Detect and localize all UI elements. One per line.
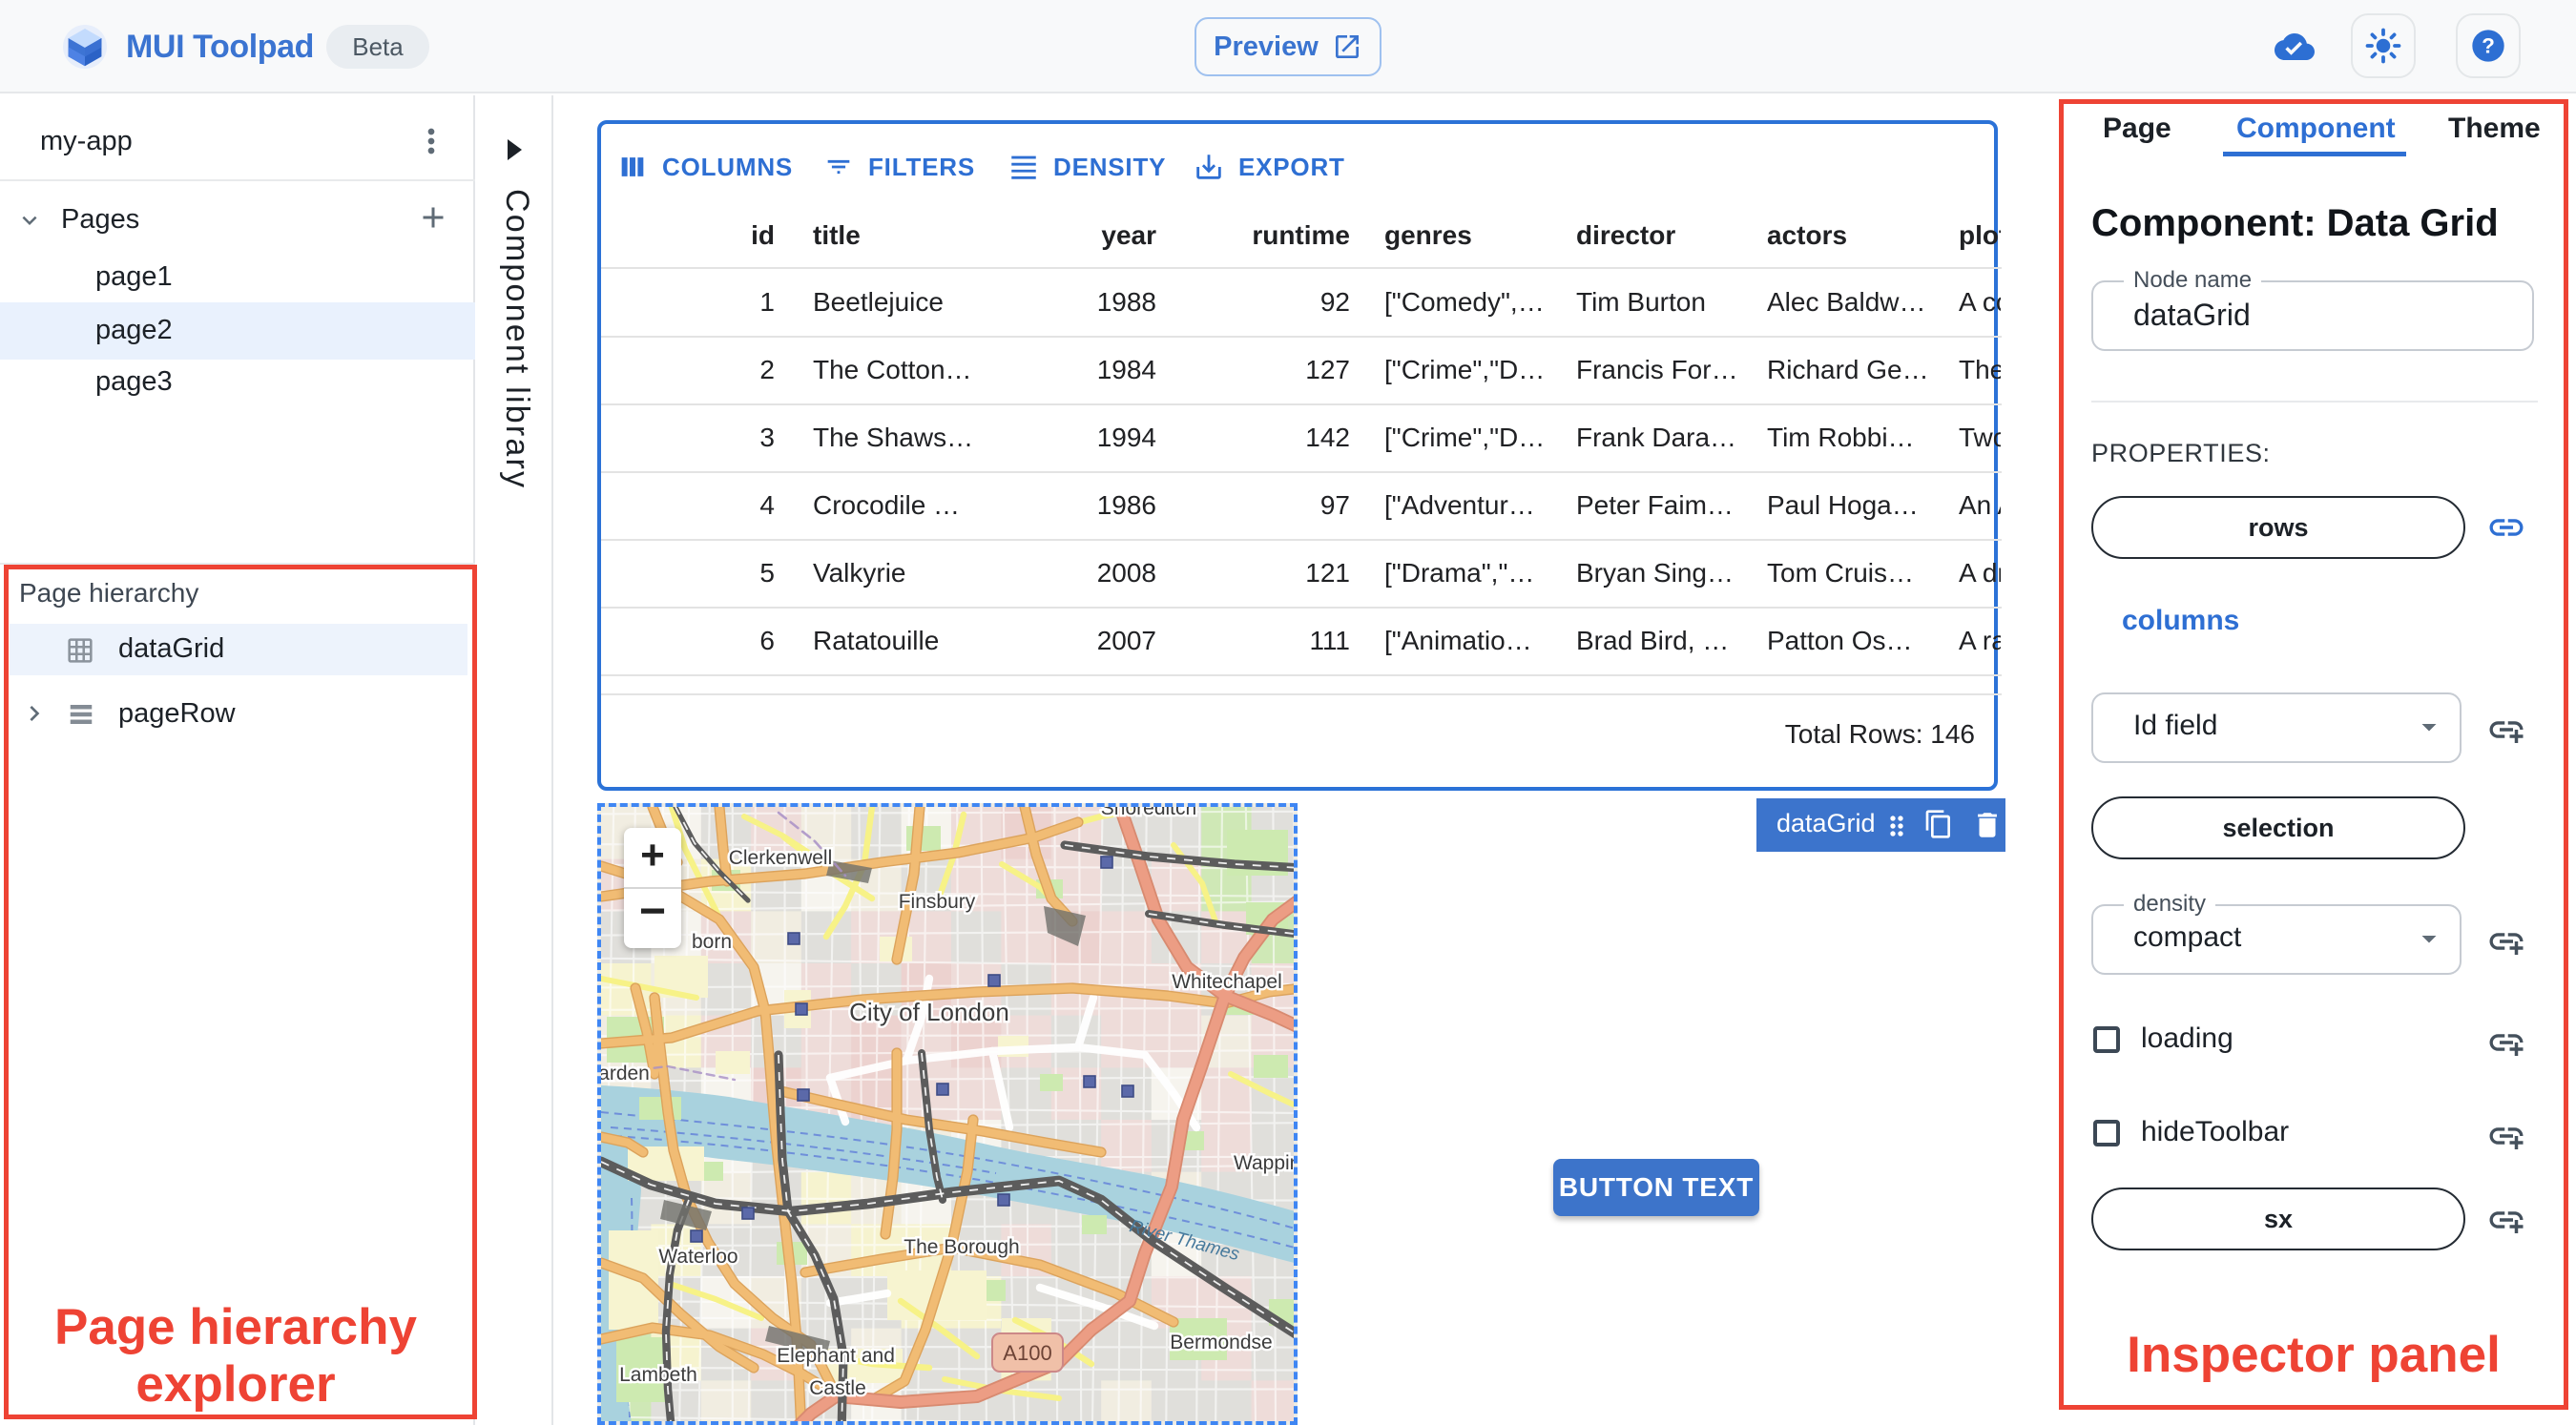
svg-text:Waterloo: Waterloo [658, 1246, 737, 1268]
svg-text:Clerkenwell: Clerkenwell [729, 847, 833, 869]
svg-text:Whitechapel: Whitechapel [1172, 971, 1282, 993]
svg-text:Bermondse: Bermondse [1170, 1332, 1272, 1353]
svg-text:Lambeth: Lambeth [619, 1364, 697, 1386]
svg-text:Wapping: Wapping [1234, 1152, 1298, 1174]
svg-text:Shoreditch: Shoreditch [1101, 807, 1196, 819]
svg-text:arden: arden [601, 1063, 650, 1084]
svg-text:The Borough: The Borough [904, 1236, 1019, 1258]
svg-text:born: born [692, 931, 732, 953]
svg-text:Castle: Castle [809, 1377, 866, 1399]
svg-text:Elephant and: Elephant and [777, 1345, 895, 1367]
svg-text:Finsbury: Finsbury [899, 891, 976, 913]
svg-text:City of London: City of London [849, 998, 1009, 1026]
svg-text:?: ? [2482, 34, 2495, 58]
svg-text:A100: A100 [1003, 1341, 1051, 1365]
